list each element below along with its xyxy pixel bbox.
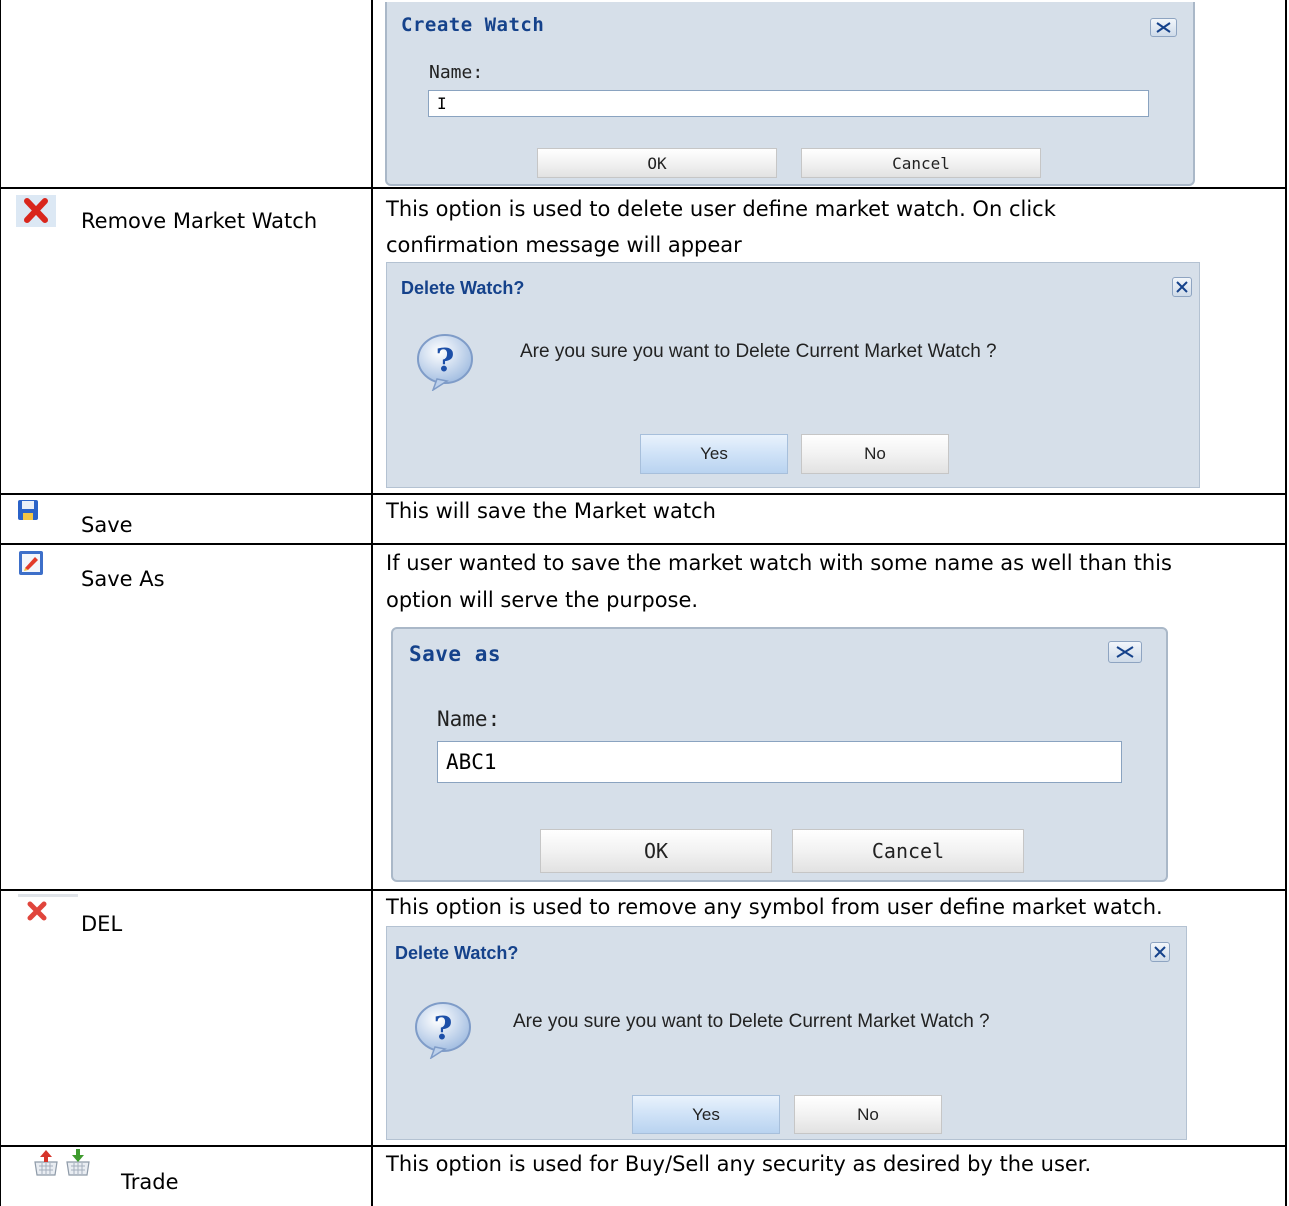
svg-text:?: ?: [434, 1009, 453, 1047]
sell-icon: [66, 1149, 90, 1176]
table-column-divider: [371, 0, 373, 1206]
close-button[interactable]: [1108, 641, 1142, 663]
svg-text:?: ?: [436, 341, 455, 379]
row-divider: [0, 543, 1287, 545]
row-divider: [0, 493, 1287, 495]
close-icon: [1116, 646, 1134, 658]
name-label: Name:: [429, 62, 484, 83]
red-x-icon: [16, 195, 56, 227]
delete-watch-dialog: Delete Watch? ? Are you sure you want to…: [386, 262, 1200, 488]
description-line: This option is used for Buy/Sell any sec…: [386, 1152, 1092, 1176]
description-line: This option is used to delete user defin…: [386, 197, 1056, 221]
option-label-trade: Trade: [121, 1170, 179, 1194]
delete-watch-dialog: Delete Watch? ? Are you sure you want to…: [386, 926, 1187, 1140]
cancel-button[interactable]: Cancel: [792, 829, 1024, 873]
table-right-border: [1285, 0, 1287, 1206]
close-icon: [1154, 946, 1166, 958]
dialog-title: Create Watch: [401, 14, 545, 36]
yes-button[interactable]: Yes: [640, 434, 788, 474]
question-icon: ?: [417, 334, 473, 391]
name-input[interactable]: I: [428, 90, 1149, 117]
save-as-icon: [19, 551, 43, 575]
option-label-save-as: Save As: [81, 567, 165, 591]
name-input[interactable]: ABC1: [437, 741, 1122, 783]
description-line: option will serve the purpose.: [386, 588, 699, 612]
description-line: This will save the Market watch: [386, 499, 716, 523]
yes-button[interactable]: Yes: [632, 1095, 780, 1134]
create-watch-dialog: Create Watch Name: I OK Cancel: [385, 2, 1195, 186]
floppy-disk-icon: [18, 500, 38, 520]
description-line: If user wanted to save the market watch …: [386, 551, 1172, 575]
close-icon: [1176, 281, 1188, 293]
question-icon: ?: [415, 1002, 471, 1059]
dialog-title: Save as: [409, 642, 502, 666]
option-label-del: DEL: [81, 912, 123, 936]
buy-sell-icons: [34, 1149, 90, 1176]
save-as-dialog: Save as Name: ABC1 OK Cancel: [391, 627, 1168, 882]
name-label: Name:: [437, 707, 501, 731]
description-line: confirmation message will appear: [386, 233, 742, 257]
no-button[interactable]: No: [794, 1095, 942, 1134]
row-divider: [0, 889, 1287, 891]
buy-icon: [34, 1150, 58, 1176]
ok-button[interactable]: OK: [540, 829, 772, 873]
row-divider: [0, 1145, 1287, 1147]
ok-button[interactable]: OK: [537, 148, 777, 178]
confirm-message: Are you sure you want to Delete Current …: [513, 1011, 990, 1032]
close-icon: [1156, 22, 1171, 33]
close-button[interactable]: [1172, 277, 1192, 297]
option-label-remove-market-watch: Remove Market Watch: [81, 209, 318, 233]
table-left-border: [0, 0, 1, 1206]
dialog-title: Delete Watch?: [395, 943, 519, 963]
dialog-title: Delete Watch?: [401, 278, 525, 298]
close-button[interactable]: [1150, 942, 1170, 962]
option-label-save: Save: [81, 513, 133, 537]
cancel-button[interactable]: Cancel: [801, 148, 1041, 178]
confirm-message: Are you sure you want to Delete Current …: [520, 341, 997, 362]
row-divider: [0, 187, 1287, 189]
no-button[interactable]: No: [801, 434, 949, 474]
description-line: This option is used to remove any symbol…: [386, 895, 1163, 919]
red-x-icon: [18, 894, 78, 921]
close-button[interactable]: [1150, 18, 1177, 37]
